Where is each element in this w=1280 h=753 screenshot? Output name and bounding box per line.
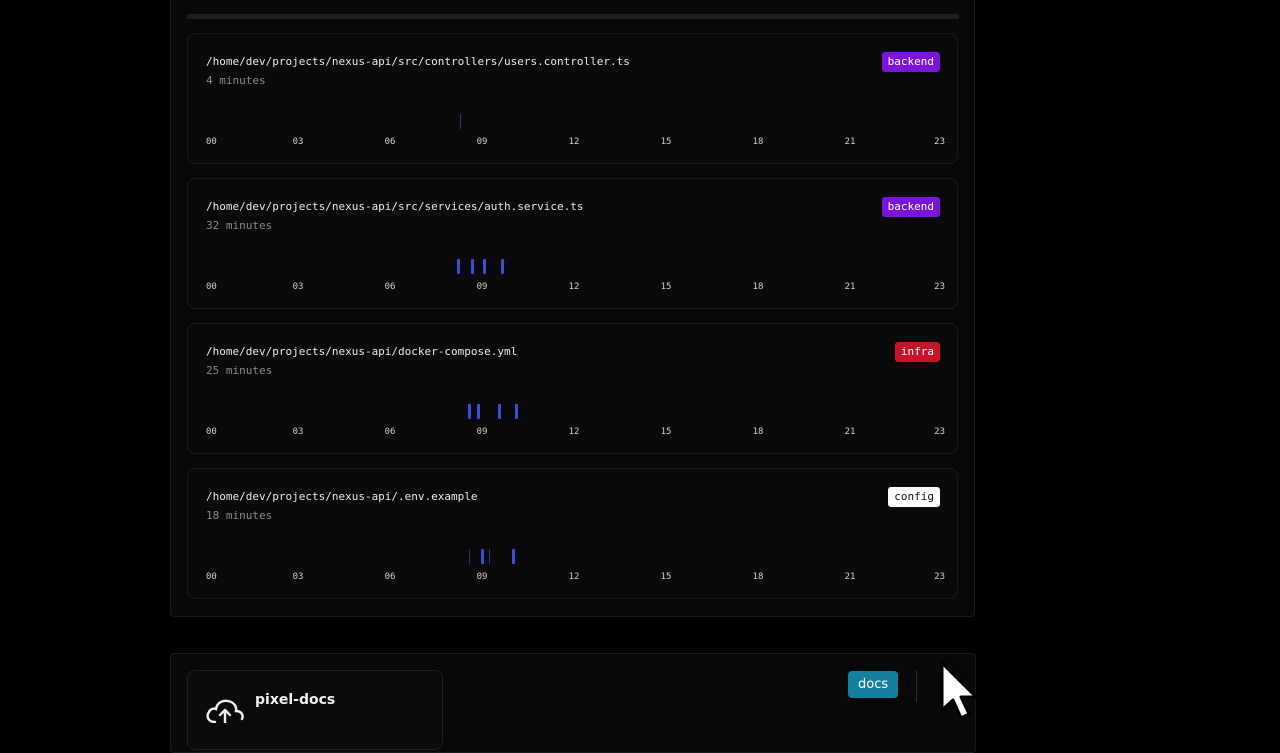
file-duration: 18 minutes: [206, 509, 273, 522]
hour-tick-label: 18: [752, 427, 764, 437]
file-activity-card[interactable]: /home/dev/projects/nexus-api/docker-comp…: [187, 323, 958, 454]
file-duration: 32 minutes: [206, 219, 273, 232]
activity-bar: [477, 404, 480, 419]
file-duration: 4 minutes: [206, 74, 266, 87]
activity-bar: [481, 549, 484, 564]
activity-bar: [515, 404, 518, 419]
hour-tick-label: 06: [384, 572, 396, 582]
activity-bar: [498, 404, 501, 419]
divider: [916, 670, 917, 702]
file-tag-badge[interactable]: config: [888, 487, 940, 507]
mouse-cursor-icon: [940, 661, 978, 720]
hour-tick-label: 00: [206, 427, 217, 437]
hour-tick-label: 12: [568, 282, 580, 292]
file-tag-badge[interactable]: backend: [881, 52, 940, 72]
file-duration: 25 minutes: [206, 364, 273, 377]
hour-tick-label: 00: [206, 137, 217, 147]
hour-tick-label: 09: [476, 137, 488, 147]
hour-tick-label: 23: [934, 427, 945, 437]
hour-tick-label: 15: [660, 572, 672, 582]
hour-tick-label: 06: [384, 282, 396, 292]
file-tag-badge[interactable]: backend: [881, 197, 940, 217]
activity-bar: [468, 404, 471, 419]
hour-tick-label: 23: [934, 137, 945, 147]
project-tag-badge[interactable]: docs: [848, 671, 899, 698]
file-path: /home/dev/projects/nexus-api/src/service…: [206, 200, 584, 213]
hour-tick-label: 23: [934, 572, 945, 582]
hour-tick-label: 18: [752, 572, 764, 582]
hour-tick-label: 21: [844, 137, 856, 147]
file-activity-card[interactable]: /home/dev/projects/nexus-api/src/service…: [187, 178, 958, 309]
hour-tick-label: 09: [476, 427, 488, 437]
file-path: /home/dev/projects/nexus-api/docker-comp…: [206, 345, 518, 358]
hour-tick-label: 00: [206, 282, 217, 292]
hourly-activity-chart: [206, 114, 941, 131]
hour-tick-label: 12: [568, 572, 580, 582]
hour-tick-label: 15: [660, 282, 672, 292]
activity-bar: [469, 549, 470, 564]
file-activity-card[interactable]: /home/dev/projects/nexus-api/src/control…: [187, 33, 958, 164]
hour-tick-label: 00: [206, 572, 217, 582]
hour-tick-label: 18: [752, 137, 764, 147]
cloud-upload-icon: [206, 699, 244, 723]
hour-tick-label: 15: [660, 137, 672, 147]
activity-bar: [501, 259, 504, 274]
hour-tick-label: 21: [844, 427, 856, 437]
hour-tick-label: 12: [568, 137, 580, 147]
hourly-activity-chart: [206, 549, 941, 566]
hour-tick-label: 09: [476, 572, 488, 582]
activity-bar: [471, 259, 474, 274]
activity-bar: [457, 259, 460, 274]
project-name: pixel-docs: [255, 692, 336, 708]
hourly-activity-chart: [206, 404, 941, 421]
hour-tick-label: 21: [844, 572, 856, 582]
hour-tick-label: 06: [384, 137, 396, 147]
hour-tick-label: 23: [934, 282, 945, 292]
hour-tick-label: 03: [292, 282, 304, 292]
hourly-activity-chart: [206, 259, 941, 276]
hour-tick-label: 03: [292, 427, 304, 437]
hour-tick-label: 21: [844, 282, 856, 292]
activity-bar: [483, 259, 486, 274]
project-card[interactable]: pixel-docs: [187, 670, 443, 750]
hour-tick-label: 09: [476, 282, 488, 292]
file-activity-card[interactable]: /home/dev/projects/nexus-api/.env.exampl…: [187, 468, 958, 599]
hour-tick-label: 03: [292, 572, 304, 582]
hour-tick-label: 06: [384, 427, 396, 437]
hour-tick-label: 12: [568, 427, 580, 437]
panel-divider: [187, 14, 959, 19]
file-tag-badge[interactable]: infra: [894, 342, 940, 362]
hour-tick-label: 18: [752, 282, 764, 292]
file-path: /home/dev/projects/nexus-api/src/control…: [206, 55, 630, 68]
hour-tick-label: 15: [660, 427, 672, 437]
file-path: /home/dev/projects/nexus-api/.env.exampl…: [206, 490, 478, 503]
activity-bar: [512, 549, 515, 564]
activity-bar: [460, 114, 461, 129]
hour-tick-label: 03: [292, 137, 304, 147]
activity-bar: [489, 549, 490, 564]
